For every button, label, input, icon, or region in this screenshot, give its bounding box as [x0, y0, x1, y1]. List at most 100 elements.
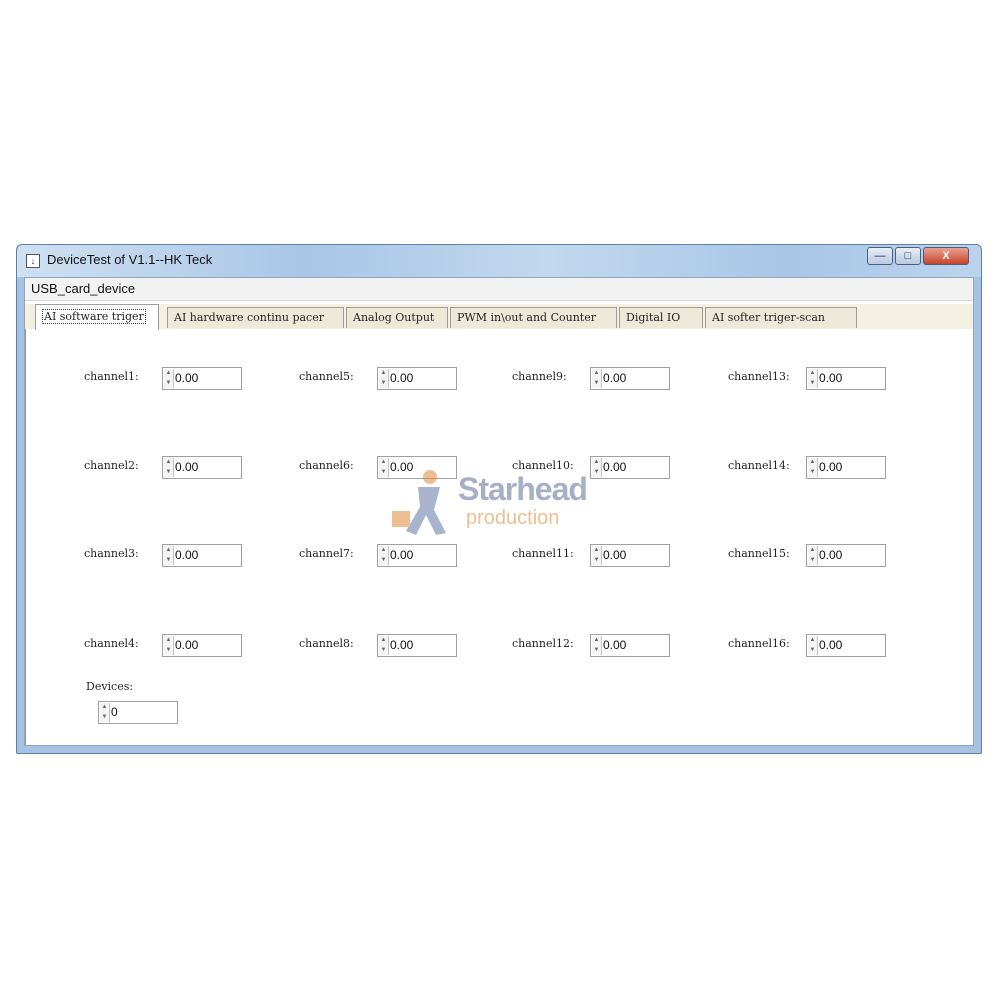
- channel-14-spin[interactable]: ▲ ▼ 0.00: [806, 456, 886, 479]
- spin-down-icon[interactable]: ▼: [592, 379, 601, 388]
- spin-down-icon[interactable]: ▼: [379, 379, 388, 388]
- tab-analog-output[interactable]: Analog Output: [346, 307, 448, 328]
- spin-up-down-icon[interactable]: ▲ ▼: [592, 546, 602, 565]
- tab-pwm-counter[interactable]: PWM in\out and Counter: [450, 307, 617, 328]
- spin-up-down-icon[interactable]: ▲ ▼: [592, 636, 602, 655]
- spin-up-down-icon[interactable]: ▲ ▼: [379, 458, 389, 477]
- spin-up-down-icon[interactable]: ▲ ▼: [592, 369, 602, 388]
- spin-up-down-icon[interactable]: ▲ ▼: [100, 703, 110, 722]
- spin-up-down-icon[interactable]: ▲ ▼: [164, 636, 174, 655]
- spin-up-down-icon[interactable]: ▲ ▼: [808, 369, 818, 388]
- channel-8-spin[interactable]: ▲ ▼ 0.00: [377, 634, 457, 657]
- spin-value[interactable]: 0.00: [390, 638, 413, 652]
- tab-ai-software-triger[interactable]: AI software triger: [35, 304, 159, 330]
- spin-up-down-icon[interactable]: ▲ ▼: [164, 458, 174, 477]
- spin-up-icon[interactable]: ▲: [164, 458, 173, 467]
- channel-label: channel5:: [299, 370, 354, 383]
- channel-12-spin[interactable]: ▲ ▼ 0.00: [590, 634, 670, 657]
- minimize-button[interactable]: —: [867, 247, 893, 265]
- spin-down-icon[interactable]: ▼: [592, 468, 601, 477]
- spin-down-icon[interactable]: ▼: [100, 713, 109, 722]
- spin-up-icon[interactable]: ▲: [808, 636, 817, 645]
- channel-5-spin[interactable]: ▲ ▼ 0.00: [377, 367, 457, 390]
- spin-value[interactable]: 0.00: [175, 371, 198, 385]
- spin-up-down-icon[interactable]: ▲ ▼: [592, 458, 602, 477]
- spin-up-icon[interactable]: ▲: [592, 458, 601, 467]
- spin-up-icon[interactable]: ▲: [164, 636, 173, 645]
- spin-up-icon[interactable]: ▲: [592, 546, 601, 555]
- spin-down-icon[interactable]: ▼: [808, 379, 817, 388]
- spin-value[interactable]: 0.00: [603, 548, 626, 562]
- spin-down-icon[interactable]: ▼: [379, 646, 388, 655]
- channel-13-spin[interactable]: ▲ ▼ 0.00: [806, 367, 886, 390]
- channel-1-spin[interactable]: ▲ ▼ 0.00: [162, 367, 242, 390]
- spin-up-down-icon[interactable]: ▲ ▼: [379, 546, 389, 565]
- spin-up-down-icon[interactable]: ▲ ▼: [379, 369, 389, 388]
- channel-2-spin[interactable]: ▲ ▼ 0.00: [162, 456, 242, 479]
- spin-value[interactable]: 0.00: [819, 371, 842, 385]
- channel-4-spin[interactable]: ▲ ▼ 0.00: [162, 634, 242, 657]
- spin-down-icon[interactable]: ▼: [592, 646, 601, 655]
- spin-up-icon[interactable]: ▲: [379, 636, 388, 645]
- spin-up-icon[interactable]: ▲: [379, 458, 388, 467]
- spin-up-down-icon[interactable]: ▲ ▼: [808, 546, 818, 565]
- channel-10-spin[interactable]: ▲ ▼ 0.00: [590, 456, 670, 479]
- menu-item-usb-card-device[interactable]: USB_card_device: [31, 281, 135, 296]
- client-area: USB_card_device AI software triger AI ha…: [24, 277, 974, 746]
- channel-16-spin[interactable]: ▲ ▼ 0.00: [806, 634, 886, 657]
- spin-up-icon[interactable]: ▲: [164, 546, 173, 555]
- app-window-icon[interactable]: ↓: [26, 254, 40, 268]
- channel-9-spin[interactable]: ▲ ▼ 0.00: [590, 367, 670, 390]
- spin-value[interactable]: 0.00: [390, 548, 413, 562]
- spin-down-icon[interactable]: ▼: [379, 468, 388, 477]
- channel-11-spin[interactable]: ▲ ▼ 0.00: [590, 544, 670, 567]
- spin-up-icon[interactable]: ▲: [379, 546, 388, 555]
- spin-up-icon[interactable]: ▲: [592, 636, 601, 645]
- spin-down-icon[interactable]: ▼: [164, 646, 173, 655]
- spin-value[interactable]: 0.00: [603, 638, 626, 652]
- spin-up-icon[interactable]: ▲: [808, 546, 817, 555]
- spin-up-icon[interactable]: ▲: [100, 703, 109, 712]
- spin-value[interactable]: 0.00: [603, 371, 626, 385]
- spin-value[interactable]: 0.00: [175, 460, 198, 474]
- spin-down-icon[interactable]: ▼: [592, 556, 601, 565]
- spin-value[interactable]: 0: [111, 705, 118, 719]
- tab-ai-softer-triger-scan[interactable]: AI softer triger-scan: [705, 307, 857, 328]
- spin-down-icon[interactable]: ▼: [808, 646, 817, 655]
- spin-value[interactable]: 0.00: [819, 460, 842, 474]
- spin-up-icon[interactable]: ▲: [592, 369, 601, 378]
- spin-up-icon[interactable]: ▲: [164, 369, 173, 378]
- close-button[interactable]: X: [923, 247, 969, 265]
- title-bar[interactable]: ↓ DeviceTest of V1.1--HK Teck — □ X: [17, 245, 981, 277]
- spin-value[interactable]: 0.00: [603, 460, 626, 474]
- spin-value[interactable]: 0.00: [819, 548, 842, 562]
- spin-value[interactable]: 0.00: [390, 371, 413, 385]
- spin-down-icon[interactable]: ▼: [164, 379, 173, 388]
- spin-value[interactable]: 0.00: [175, 638, 198, 652]
- spin-up-icon[interactable]: ▲: [808, 369, 817, 378]
- channel-7-spin[interactable]: ▲ ▼ 0.00: [377, 544, 457, 567]
- spin-up-down-icon[interactable]: ▲ ▼: [808, 458, 818, 477]
- maximize-button[interactable]: □: [895, 247, 921, 265]
- devices-spin[interactable]: ▲ ▼ 0: [98, 701, 178, 724]
- spin-up-down-icon[interactable]: ▲ ▼: [164, 546, 174, 565]
- tab-digital-io[interactable]: Digital IO: [619, 307, 703, 328]
- spin-down-icon[interactable]: ▼: [808, 556, 817, 565]
- tab-ai-hardware-continu-pacer[interactable]: AI hardware continu pacer: [167, 307, 344, 328]
- spin-up-down-icon[interactable]: ▲ ▼: [164, 369, 174, 388]
- spin-up-icon[interactable]: ▲: [379, 369, 388, 378]
- spin-up-down-icon[interactable]: ▲ ▼: [808, 636, 818, 655]
- channel-15-spin[interactable]: ▲ ▼ 0.00: [806, 544, 886, 567]
- spin-value[interactable]: 0.00: [390, 460, 413, 474]
- spin-up-down-icon[interactable]: ▲ ▼: [379, 636, 389, 655]
- spin-up-icon[interactable]: ▲: [808, 458, 817, 467]
- spin-down-icon[interactable]: ▼: [808, 468, 817, 477]
- spin-down-icon[interactable]: ▼: [164, 556, 173, 565]
- channel-3-spin[interactable]: ▲ ▼ 0.00: [162, 544, 242, 567]
- channel-6-spin[interactable]: ▲ ▼ 0.00: [377, 456, 457, 479]
- spin-down-icon[interactable]: ▼: [379, 556, 388, 565]
- spin-value[interactable]: 0.00: [819, 638, 842, 652]
- spin-value[interactable]: 0.00: [175, 548, 198, 562]
- channel-label: channel11:: [512, 547, 574, 560]
- spin-down-icon[interactable]: ▼: [164, 468, 173, 477]
